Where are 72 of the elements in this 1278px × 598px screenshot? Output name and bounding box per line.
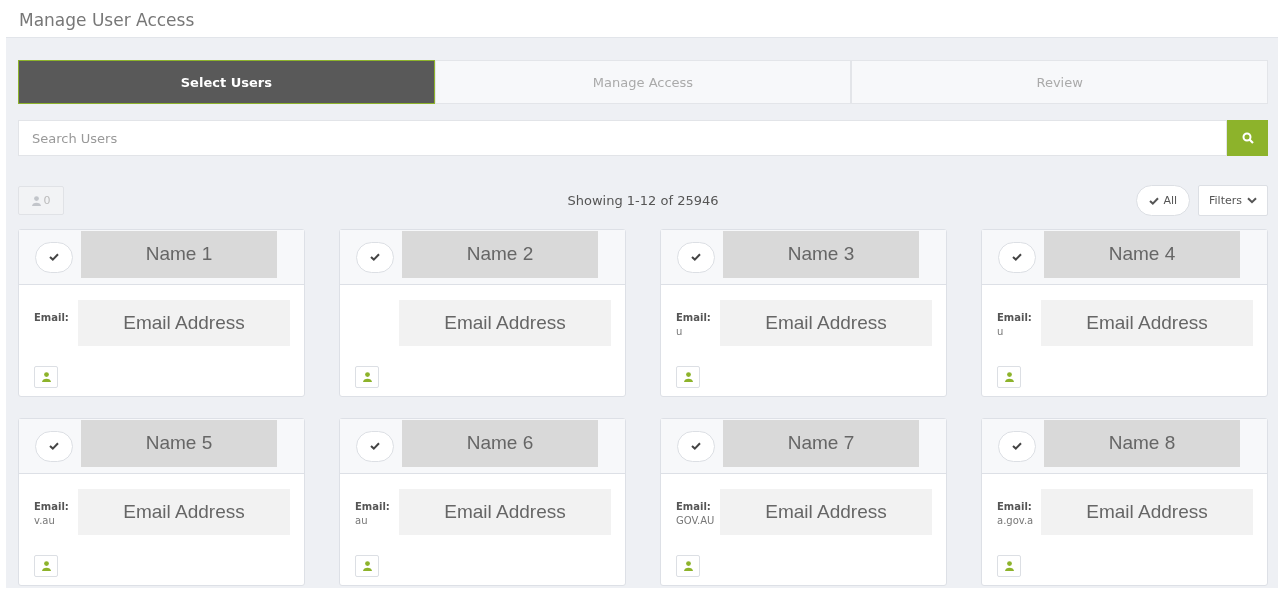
results-count: Showing 1-12 of 25946 xyxy=(567,193,719,208)
check-icon xyxy=(49,442,59,450)
select-user-button[interactable] xyxy=(356,430,394,462)
select-all-button[interactable]: All xyxy=(1136,185,1190,216)
select-user-button[interactable] xyxy=(998,430,1036,462)
user-name: Name 1 xyxy=(81,230,277,278)
select-user-button[interactable] xyxy=(998,241,1036,273)
email-fragment: u xyxy=(676,326,684,337)
check-icon xyxy=(370,253,380,261)
page-title: Manage User Access xyxy=(18,9,196,32)
user-icon xyxy=(41,372,51,382)
user-email: Email Address xyxy=(399,300,611,346)
email-fragment: v.au xyxy=(34,515,56,526)
email-fragment: au xyxy=(355,515,369,526)
user-name: Name 7 xyxy=(723,419,919,467)
user-email: Email Address xyxy=(1041,489,1253,535)
check-icon xyxy=(370,442,380,450)
email-label: Email: xyxy=(997,312,1033,323)
select-user-button[interactable] xyxy=(356,241,394,273)
email-label: Email: xyxy=(355,501,391,512)
user-icon xyxy=(683,561,693,571)
user-profile-button[interactable] xyxy=(676,555,700,577)
user-icon xyxy=(31,195,41,206)
email-fragment: a.gov.a xyxy=(997,515,1035,526)
user-name: Name 5 xyxy=(81,419,277,467)
check-icon xyxy=(49,253,59,261)
email-fragment: u xyxy=(997,326,1005,337)
user-email: Email Address xyxy=(1041,300,1253,346)
user-icon xyxy=(1004,561,1014,571)
user-profile-button[interactable] xyxy=(997,366,1021,388)
select-user-button[interactable] xyxy=(35,241,73,273)
user-profile-button[interactable] xyxy=(355,555,379,577)
check-icon xyxy=(1012,442,1022,450)
user-profile-button[interactable] xyxy=(997,555,1021,577)
check-icon xyxy=(1012,253,1022,261)
user-name: Name 4 xyxy=(1044,230,1240,278)
user-email: Email Address xyxy=(78,489,290,535)
user-profile-button[interactable] xyxy=(34,555,58,577)
user-profile-button[interactable] xyxy=(355,366,379,388)
check-icon xyxy=(691,442,701,450)
check-icon xyxy=(1149,196,1160,205)
email-label: Email: xyxy=(676,501,712,512)
user-name: Name 6 xyxy=(402,419,598,467)
search-field[interactable]: Search Users xyxy=(18,120,1227,156)
step-tab[interactable]: Select Users xyxy=(18,60,435,104)
filters-button[interactable]: Filters xyxy=(1198,185,1268,216)
email-label: Email: xyxy=(34,312,70,323)
user-email: Email Address xyxy=(720,300,932,346)
user-profile-button[interactable] xyxy=(34,366,58,388)
email-label: Email: xyxy=(34,501,70,512)
user-name: Name 3 xyxy=(723,230,919,278)
search-icon xyxy=(1241,132,1254,144)
email-fragment: GOV.AU xyxy=(676,515,716,526)
user-email: Email Address xyxy=(399,489,611,535)
user-icon xyxy=(362,372,372,382)
select-user-button[interactable] xyxy=(677,430,715,462)
user-icon xyxy=(683,372,693,382)
user-name: Name 8 xyxy=(1044,419,1240,467)
user-email: Email Address xyxy=(720,489,932,535)
email-label: Email: xyxy=(997,501,1033,512)
search-button[interactable] xyxy=(1227,120,1268,156)
user-email: Email Address xyxy=(78,300,290,346)
user-profile-button[interactable] xyxy=(676,366,700,388)
select-user-button[interactable] xyxy=(677,241,715,273)
email-label: Email: xyxy=(676,312,712,323)
user-name: Name 2 xyxy=(402,230,598,278)
user-icon xyxy=(362,561,372,571)
user-icon xyxy=(1004,372,1014,382)
user-icon xyxy=(41,561,51,571)
select-user-button[interactable] xyxy=(35,430,73,462)
chevron-down-icon xyxy=(1247,197,1257,204)
check-icon xyxy=(691,253,701,261)
